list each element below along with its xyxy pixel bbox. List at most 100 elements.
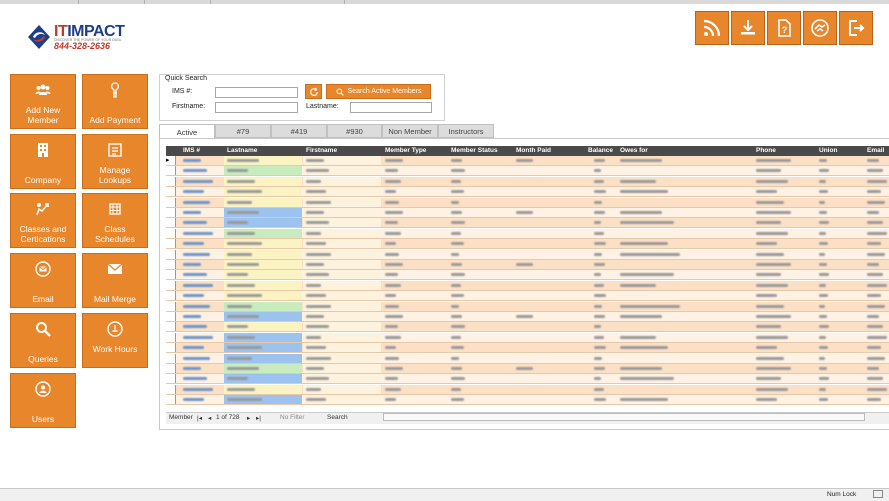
column-header-member-status[interactable]: Member Status — [451, 147, 498, 154]
column-header-ims[interactable]: IMS # — [183, 147, 200, 154]
row-selector[interactable] — [166, 260, 176, 269]
add-payment-button[interactable]: Add Payment — [82, 74, 148, 129]
column-header-month-paid[interactable]: Month Paid — [516, 147, 551, 154]
column-header-firstname[interactable]: Firstname — [306, 147, 337, 154]
table-row[interactable] — [166, 280, 889, 291]
tab-instructors[interactable]: Instructors — [438, 124, 494, 138]
horizontal-scrollbar[interactable] — [383, 413, 865, 421]
row-selector[interactable] — [166, 187, 176, 197]
row-selector[interactable] — [166, 166, 176, 176]
row-selector[interactable] — [166, 395, 176, 405]
work-hours-button[interactable]: Work Hours — [82, 313, 148, 368]
table-row[interactable] — [166, 395, 889, 406]
record-search[interactable]: Search — [327, 414, 348, 421]
column-header-union[interactable]: Union — [819, 147, 837, 154]
help-button[interactable]: ? — [767, 11, 801, 45]
table-row[interactable] — [166, 197, 889, 208]
tab-419[interactable]: #419 — [271, 124, 327, 138]
download-button[interactable] — [731, 11, 765, 45]
row-selector[interactable] — [166, 374, 176, 384]
filter-status[interactable]: No Filter — [280, 414, 305, 421]
next-record-button[interactable]: ▸ — [247, 414, 250, 422]
handshake-button[interactable] — [803, 11, 837, 45]
first-record-button[interactable]: |◂ — [197, 414, 202, 422]
row-selector[interactable] — [166, 176, 176, 186]
table-row[interactable]: ▸ — [166, 156, 889, 166]
redacted-cell — [451, 283, 461, 287]
table-row[interactable] — [166, 249, 889, 260]
company-button[interactable]: Company — [10, 134, 76, 189]
ims-input[interactable] — [215, 87, 298, 98]
row-selector[interactable]: ▸ — [166, 156, 176, 165]
column-header-member-type[interactable]: Member Type — [385, 147, 426, 154]
row-selector[interactable] — [166, 312, 176, 321]
row-selector[interactable] — [166, 280, 176, 290]
table-row[interactable] — [166, 228, 889, 239]
tab-79[interactable]: #79 — [215, 124, 271, 138]
window-tab[interactable] — [0, 0, 79, 4]
search-active-members-button[interactable]: Search Active Members — [326, 84, 431, 99]
table-row[interactable] — [166, 322, 889, 333]
column-header-lastname[interactable]: Lastname — [227, 147, 257, 154]
table-row[interactable] — [166, 176, 889, 187]
table-row[interactable] — [166, 332, 889, 343]
row-selector[interactable] — [166, 353, 176, 363]
row-selector[interactable] — [166, 301, 176, 311]
table-row[interactable] — [166, 270, 889, 281]
table-row[interactable] — [166, 187, 889, 198]
lastname-input[interactable] — [350, 102, 432, 113]
tab-non-member[interactable]: Non Member — [382, 124, 438, 138]
table-row[interactable] — [166, 166, 889, 177]
table-row[interactable] — [166, 364, 889, 374]
row-selector[interactable] — [166, 218, 176, 228]
table-row[interactable] — [166, 384, 889, 395]
table-row[interactable] — [166, 301, 889, 312]
row-selector[interactable] — [166, 208, 176, 217]
table-row[interactable] — [166, 291, 889, 302]
view-icon[interactable] — [873, 490, 883, 498]
column-header-owes-for[interactable]: Owes for — [620, 147, 648, 154]
record-position[interactable]: 1 of 728 — [216, 414, 240, 421]
row-selector[interactable] — [166, 384, 176, 394]
row-selector[interactable] — [166, 291, 176, 301]
class-schedules-button[interactable]: Class Schedules — [82, 193, 148, 248]
queries-button[interactable]: Queries — [10, 313, 76, 368]
table-row[interactable] — [166, 353, 889, 364]
window-tab[interactable] — [144, 0, 211, 4]
column-header-balance[interactable]: Balance — [588, 147, 613, 154]
users-button[interactable]: Users — [10, 373, 76, 428]
row-selector[interactable] — [166, 228, 176, 238]
window-tab[interactable] — [78, 0, 145, 4]
table-row[interactable] — [166, 374, 889, 385]
row-selector[interactable] — [166, 197, 176, 207]
row-selector[interactable] — [166, 249, 176, 259]
row-selector[interactable] — [166, 270, 176, 280]
table-row[interactable] — [166, 208, 889, 218]
add-new-member-button[interactable]: Add New Member — [10, 74, 76, 129]
table-row[interactable] — [166, 343, 889, 354]
tab-active[interactable]: Active — [159, 124, 215, 139]
refresh-button[interactable] — [305, 84, 322, 99]
table-row[interactable] — [166, 260, 889, 270]
table-row[interactable] — [166, 218, 889, 229]
table-row[interactable] — [166, 312, 889, 322]
column-header-phone[interactable]: Phone — [756, 147, 776, 154]
manage-lookups-button[interactable]: Manage Lookups — [82, 134, 148, 189]
table-row[interactable] — [166, 239, 889, 250]
column-header-email[interactable]: Email — [867, 147, 884, 154]
row-selector[interactable] — [166, 364, 176, 373]
mail-merge-button[interactable]: Mail Merge — [82, 253, 148, 308]
row-selector[interactable] — [166, 343, 176, 353]
window-tab[interactable] — [258, 0, 345, 4]
firstname-input[interactable] — [215, 102, 298, 113]
row-selector[interactable] — [166, 239, 176, 249]
logout-button[interactable] — [839, 11, 873, 45]
last-record-button[interactable]: ▸| — [256, 414, 261, 422]
row-selector[interactable] — [166, 332, 176, 342]
rss-button[interactable] — [695, 11, 729, 45]
row-selector[interactable] — [166, 322, 176, 332]
email-button[interactable]: Email — [10, 253, 76, 308]
tab-930[interactable]: #930 — [327, 124, 382, 138]
classes-button[interactable]: Classes and Certications — [10, 193, 76, 248]
prev-record-button[interactable]: ◂ — [208, 414, 211, 422]
